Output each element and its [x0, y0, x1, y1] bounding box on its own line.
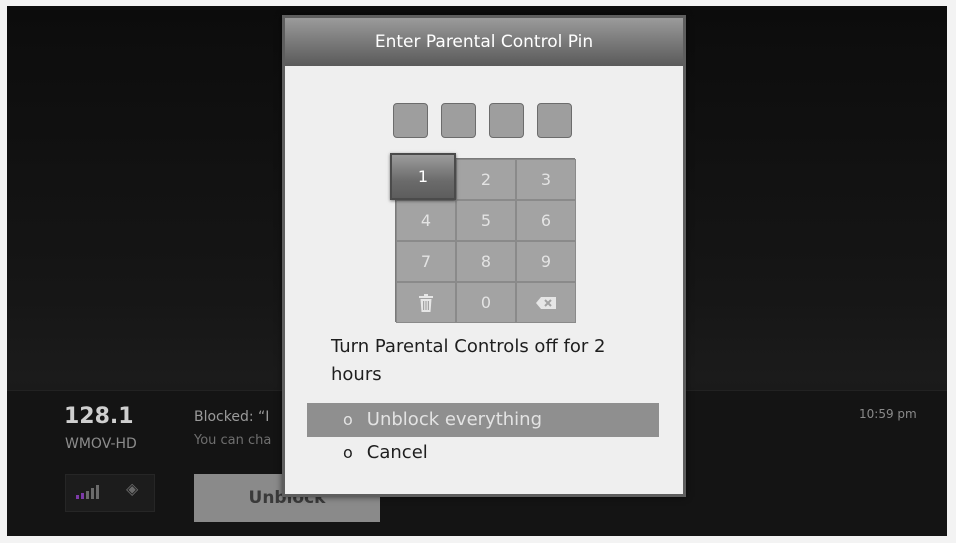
- key-2[interactable]: 2: [456, 159, 516, 200]
- key-8[interactable]: 8: [456, 241, 516, 282]
- clock-time: 10:59 pm: [859, 407, 917, 421]
- parental-pin-dialog: Enter Parental Control Pin 1 2 3 4 5 6 7…: [282, 15, 686, 497]
- parental-controls-message: Turn Parental Controls off for 2 hours: [331, 336, 606, 385]
- signal-strength-indicator: ◈: [65, 474, 155, 512]
- backspace-icon: [535, 296, 557, 310]
- key-5[interactable]: 5: [456, 200, 516, 241]
- signal-bars-icon: [76, 485, 99, 499]
- channel-number: 128.1: [64, 404, 134, 429]
- option-bullet: o: [343, 443, 353, 462]
- blocked-program-text: Blocked: “I: [194, 409, 270, 425]
- key-backspace[interactable]: [516, 282, 576, 323]
- option-unblock-everything[interactable]: o Unblock everything: [307, 403, 659, 437]
- option-cancel[interactable]: o Cancel: [307, 436, 659, 470]
- pin-entry-boxes: [393, 103, 572, 138]
- pin-digit-box: [393, 103, 428, 138]
- key-3[interactable]: 3: [516, 159, 576, 200]
- key-7[interactable]: 7: [396, 241, 456, 282]
- trash-icon: [418, 293, 434, 313]
- key-4[interactable]: 4: [396, 200, 456, 241]
- key-1[interactable]: 1: [390, 153, 456, 200]
- key-6[interactable]: 6: [516, 200, 576, 241]
- pin-digit-box: [537, 103, 572, 138]
- option-label: Unblock everything: [366, 409, 543, 430]
- option-bullet: o: [343, 410, 353, 429]
- pin-keypad: 1 2 3 4 5 6 7 8 9 0: [390, 153, 576, 323]
- dialog-title: Enter Parental Control Pin: [285, 18, 683, 66]
- antenna-diamond-icon: ◈: [126, 479, 139, 498]
- key-0[interactable]: 0: [456, 282, 516, 323]
- channel-name: WMOV-HD: [65, 436, 137, 452]
- pin-digit-box: [441, 103, 476, 138]
- program-hint-text: You can cha: [194, 433, 272, 448]
- pin-digit-box: [489, 103, 524, 138]
- option-label: Cancel: [366, 442, 428, 463]
- key-9[interactable]: 9: [516, 241, 576, 282]
- key-clear[interactable]: [396, 282, 456, 323]
